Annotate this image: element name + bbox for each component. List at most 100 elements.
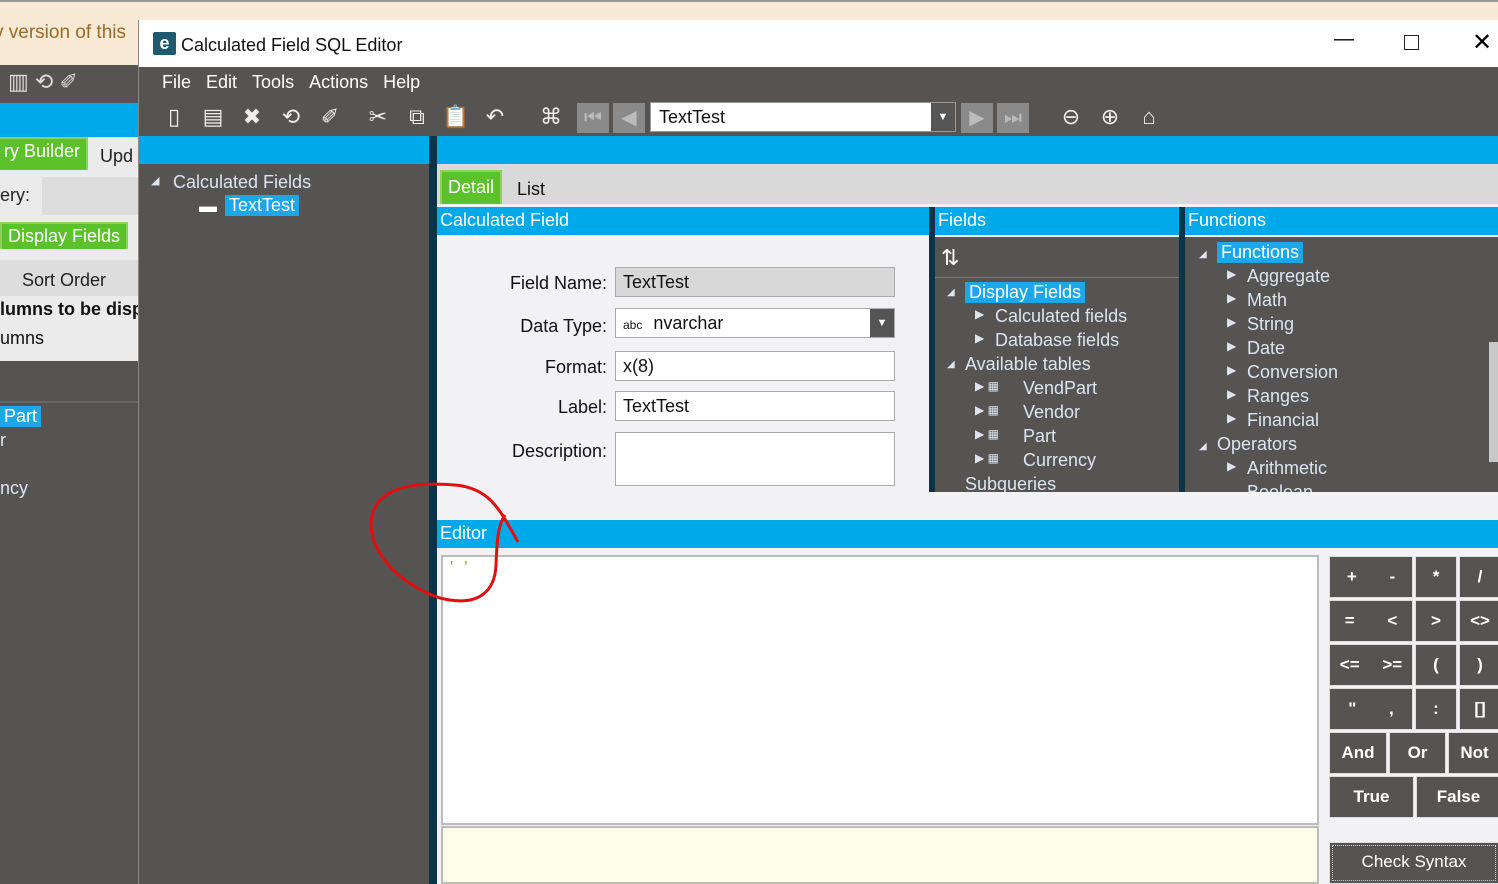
divide-button[interactable]: / (1459, 556, 1498, 598)
previous-record-button[interactable]: ◀ (613, 103, 645, 133)
chevron-down-icon[interactable]: ▼ (931, 103, 955, 131)
record-selector[interactable]: TextTest ▼ (650, 102, 956, 132)
true-button[interactable]: True (1329, 776, 1414, 818)
divider (0, 401, 140, 403)
menu-file[interactable]: File (162, 72, 191, 92)
menu-help[interactable]: Help (383, 72, 420, 92)
multiply-button[interactable]: * (1415, 556, 1457, 598)
tab-sort-order[interactable]: Sort Order (22, 270, 106, 291)
tree-item[interactable]: Vendor (1023, 402, 1080, 423)
equals-lessthan-button[interactable]: = < (1329, 600, 1413, 642)
or-button[interactable]: Or (1389, 732, 1446, 774)
not-button[interactable]: Not (1448, 732, 1498, 774)
tree-item[interactable]: Database fields (995, 330, 1119, 351)
tree-item[interactable]: Date (1247, 338, 1285, 359)
query-nav[interactable] (42, 177, 140, 215)
back-icon[interactable]: ⊖ (1056, 104, 1086, 130)
minimize-button[interactable]: — (1334, 28, 1354, 51)
last-record-button[interactable]: ⏭ (997, 103, 1029, 133)
tree-item[interactable]: Operators (1217, 434, 1297, 455)
tree-item[interactable]: Financial (1247, 410, 1319, 431)
refresh-icon[interactable]: ⟲ (276, 104, 306, 130)
tab-display-fields[interactable]: Display Fields (0, 222, 129, 249)
undo-icon[interactable]: ↶ (480, 104, 510, 130)
query-label: ery: (0, 185, 31, 205)
tree-item[interactable]: Math (1247, 290, 1287, 311)
tree-item[interactable]: Aggregate (1247, 266, 1330, 287)
data-type-select[interactable]: abc nvarchar ▼ (615, 308, 895, 338)
delete-icon[interactable]: ✖ (237, 104, 267, 130)
sql-editor-textarea[interactable]: ' ' (441, 555, 1319, 825)
editor-header: Editor (437, 520, 1498, 548)
new-icon[interactable]: ▯ (159, 104, 189, 130)
field-name-label: Field Name: (509, 273, 607, 293)
tree-root[interactable]: Calculated Fields (173, 172, 311, 193)
maximize-button[interactable] (1404, 35, 1419, 50)
save-icon[interactable]: ▤ (198, 104, 228, 130)
field-name-field[interactable]: TextTest (615, 267, 895, 297)
lte-gte-button[interactable]: <= >= (1329, 644, 1413, 686)
main-area: Detail List Calculated Field Field Name:… (437, 136, 1498, 884)
tree-item[interactable]: Currency (1023, 450, 1096, 471)
description-field[interactable] (615, 432, 895, 486)
tree-item[interactable]: Conversion (1247, 362, 1338, 383)
check-syntax-button[interactable]: Check Syntax (1329, 842, 1498, 884)
first-record-button[interactable]: ⏮ (577, 103, 609, 133)
tree-item[interactable]: Display Fields (965, 282, 1086, 303)
close-paren-button[interactable]: ) (1459, 644, 1498, 686)
tree-item[interactable]: VendPart (1023, 378, 1097, 399)
tools-icons: ▥ ⟲ ✐ (8, 69, 78, 94)
forward-icon[interactable]: ⊕ (1095, 104, 1125, 130)
next-record-button[interactable]: ▶ (961, 103, 993, 133)
background-blue-bar (0, 103, 140, 137)
data-type-label: Data Type: (520, 316, 607, 336)
tree-item[interactable]: Boolean (1247, 482, 1313, 492)
menu-tools[interactable]: Tools (252, 72, 294, 92)
colon-button[interactable]: : (1415, 688, 1457, 730)
tab-query-builder[interactable]: ry Builder (0, 137, 89, 170)
scrollbar[interactable] (1489, 342, 1498, 462)
cut-icon[interactable]: ✂ (363, 104, 393, 130)
folder-icon: ▬ (199, 196, 217, 216)
tree-item-texttest[interactable]: TextTest (225, 195, 300, 216)
home-icon[interactable]: ⌂ (1134, 104, 1164, 130)
not-equal-button[interactable]: <> (1459, 600, 1498, 642)
find-icon[interactable]: ⌘ (536, 104, 566, 130)
paste-icon[interactable]: 📋 (441, 104, 471, 130)
plus-minus-button[interactable]: + - (1329, 556, 1413, 598)
false-button[interactable]: False (1416, 776, 1498, 818)
label-field[interactable]: TextTest (615, 391, 895, 421)
tree-item[interactable]: Arithmetic (1247, 458, 1327, 479)
close-button[interactable]: ✕ (1472, 28, 1492, 57)
background-panel: ry Builder Upd ery: Display Fields Sort … (0, 137, 144, 361)
menu-edit[interactable]: Edit (206, 72, 237, 92)
tree-item[interactable]: Part (1023, 426, 1056, 447)
and-button[interactable]: And (1329, 732, 1387, 774)
list-item[interactable]: Part (0, 406, 42, 427)
menu-actions[interactable]: Actions (309, 72, 368, 92)
expand-icon[interactable]: ◢ (151, 174, 159, 187)
list-item[interactable]: r (0, 430, 6, 451)
tree-item[interactable]: Functions (1217, 242, 1304, 263)
chevron-down-icon[interactable]: ▼ (870, 309, 894, 337)
sort-icon[interactable]: ⇅ (941, 245, 959, 271)
clear-icon[interactable]: ✐ (315, 104, 345, 130)
tab-update[interactable]: Upd (100, 146, 133, 167)
columns-heading: lumns to be disp (0, 299, 144, 319)
tree-item[interactable]: Subqueries (965, 474, 1056, 492)
tree-item[interactable]: String (1247, 314, 1294, 335)
greater-than-button[interactable]: > (1415, 600, 1457, 642)
tab-detail[interactable]: Detail (440, 170, 503, 204)
list-item[interactable]: ncy (0, 478, 28, 499)
tab-list[interactable]: List (517, 179, 545, 200)
copy-icon[interactable]: ⧉ (402, 104, 432, 130)
tree-item[interactable]: Available tables (965, 354, 1091, 375)
quote-comma-button[interactable]: " , (1329, 688, 1413, 730)
brackets-button[interactable]: [] (1459, 688, 1498, 730)
toolbar: ▯ ▤ ✖ ⟲ ✐ ✂ ⧉ 📋 ↶ ⌘ ⏮ ◀ TextTest ▼ ▶ ⏭ ⊖… (139, 98, 1498, 136)
format-field[interactable]: x(8) (615, 351, 895, 381)
open-paren-button[interactable]: ( (1415, 644, 1457, 686)
tree-item[interactable]: Ranges (1247, 386, 1309, 407)
banner-text: v version of this (0, 22, 126, 43)
tree-item[interactable]: Calculated fields (995, 306, 1127, 327)
